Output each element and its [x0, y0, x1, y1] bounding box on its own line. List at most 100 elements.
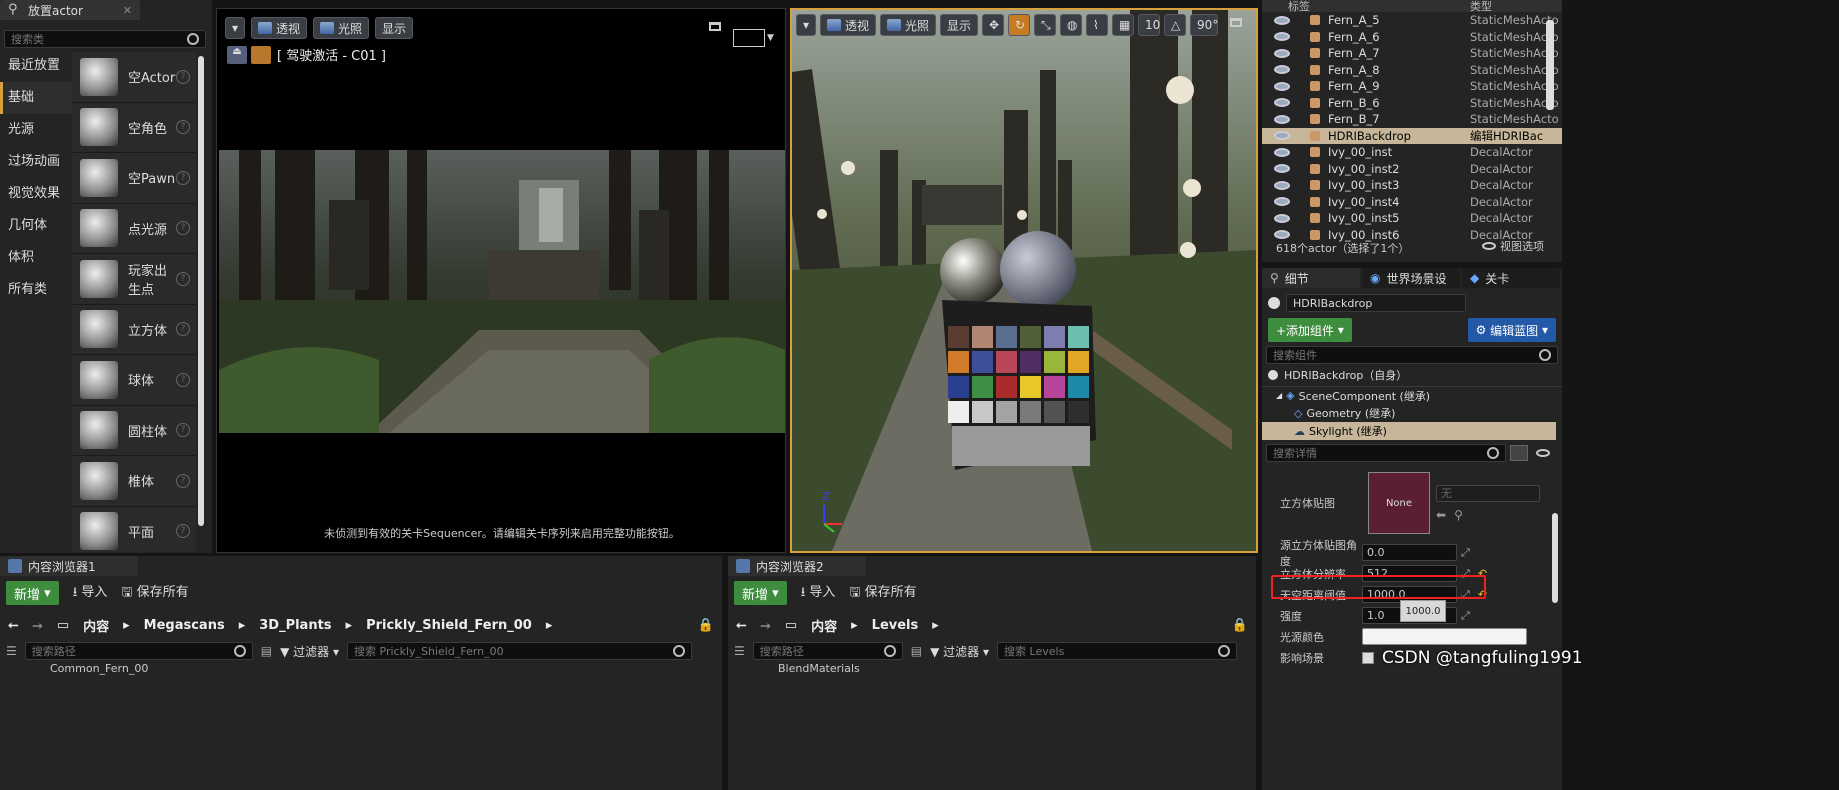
visibility-eye-icon[interactable] [1274, 213, 1290, 223]
back-arrow-icon[interactable]: ⭠ [736, 618, 746, 633]
actor-item[interactable]: 球体? [72, 355, 196, 406]
place-actors-tab[interactable]: ⚲ 放置actor ✕ [0, 0, 140, 20]
visibility-eye-icon[interactable] [1274, 48, 1290, 58]
outliner-row[interactable]: Fern_A_5 StaticMeshActo [1262, 12, 1562, 29]
component-skylight[interactable]: ☁ Skylight (继承) [1262, 422, 1556, 440]
visibility-eye-icon[interactable] [1274, 180, 1290, 190]
forward-arrow-icon[interactable]: ⭢ [760, 618, 770, 633]
crumb-megascans[interactable]: Megascans [144, 618, 225, 633]
visibility-eye-icon[interactable] [1274, 131, 1290, 141]
content1-asset-search[interactable]: 搜索 Prickly_Shield_Fern_00 [347, 642, 693, 660]
forward-arrow-icon[interactable]: ⭢ [32, 618, 42, 633]
help-icon[interactable]: ? [176, 170, 190, 185]
save-all-button[interactable]: 🖫 保存所有 [121, 581, 188, 605]
sources-toggle-icon[interactable]: ☰ [734, 644, 745, 658]
outliner-row[interactable]: Ivy_00_inst2 DecalActor [1262, 161, 1562, 178]
viewport2-perspective-button[interactable]: 透视 [820, 14, 877, 36]
save-all-button[interactable]: 🖫 保存所有 [849, 581, 916, 605]
lighting-button[interactable]: 光照 [313, 17, 370, 39]
outliner-row[interactable]: Ivy_00_inst DecalActor [1262, 144, 1562, 161]
outliner-row[interactable]: Fern_A_8 StaticMeshActo [1262, 62, 1562, 79]
reset-icon[interactable]: ⤢ [1461, 546, 1470, 560]
class-search-input[interactable]: 搜索类 [4, 30, 206, 48]
new-button[interactable]: 新增 ▾ [734, 581, 787, 605]
view-options-button[interactable]: 视图选项 [1482, 238, 1544, 254]
cubemap-dropdown[interactable]: 无 [1436, 484, 1540, 502]
help-icon[interactable]: ? [176, 120, 190, 135]
actor-list-scrollbar[interactable] [198, 56, 204, 526]
maximize-icon[interactable] [709, 22, 721, 31]
translate-icon[interactable]: ✥ [982, 14, 1005, 36]
actor-item[interactable]: 玩家出生点? [72, 254, 196, 305]
outliner-row[interactable]: Fern_A_7 StaticMeshActo [1262, 45, 1562, 62]
viewport-menu-button[interactable]: ▾ [225, 17, 245, 39]
category-recent[interactable]: 最近放置 [0, 50, 72, 82]
category-lights[interactable]: 光源 [0, 114, 72, 146]
column-label[interactable]: 标签 [1262, 0, 1470, 14]
content-browser-1-tab[interactable]: 内容浏览器1 [0, 556, 138, 576]
filter-button[interactable]: ▼ 过滤器 ▾ [280, 643, 339, 660]
use-selected-icon[interactable]: ⬅ [1436, 508, 1446, 522]
actor-item[interactable]: 空Actor? [72, 52, 196, 103]
crumb-fern[interactable]: Prickly_Shield_Fern_00 [366, 618, 532, 633]
help-icon[interactable]: ? [176, 271, 190, 286]
import-button[interactable]: ⭳ 导入 [73, 581, 108, 605]
layout-icon[interactable] [733, 29, 765, 47]
tab-levels[interactable]: ◆ 关卡 [1462, 268, 1560, 288]
viewport2-show-button[interactable]: 显示 [940, 14, 979, 36]
outliner-row[interactable]: Fern_A_9 StaticMeshActo [1262, 78, 1562, 95]
actor-item[interactable]: 空角色? [72, 103, 196, 153]
filter-button[interactable]: ▼ 过滤器 ▾ [930, 643, 989, 660]
actor-item[interactable]: 平面? [72, 507, 196, 553]
close-icon[interactable]: ✕ [123, 4, 132, 17]
folder-item[interactable]: Common_Fern_00 [0, 662, 722, 675]
crumb-levels[interactable]: Levels [872, 618, 919, 633]
column-type[interactable]: 类型 [1470, 0, 1492, 14]
scale-icon[interactable]: ⤡ [1034, 14, 1057, 36]
visibility-eye-icon[interactable] [1274, 81, 1290, 91]
visibility-eye-icon[interactable] [1274, 197, 1290, 207]
rotate-icon[interactable]: ↻ [1008, 14, 1031, 36]
show-button[interactable]: 显示 [375, 17, 414, 39]
new-button[interactable]: 新增 ▾ [6, 581, 59, 605]
component-geometry[interactable]: ◇ Geometry (继承) [1262, 404, 1562, 422]
outliner-scrollbar[interactable] [1546, 20, 1554, 110]
visibility-eye-icon[interactable] [1274, 65, 1290, 75]
crumb-content[interactable]: 内容 [811, 616, 837, 635]
tab-details[interactable]: ⚲ 细节 [1262, 268, 1360, 288]
viewport2-maximize-icon[interactable] [1230, 18, 1242, 27]
grid-size[interactable]: 10 [1138, 14, 1160, 36]
help-icon[interactable]: ? [176, 69, 190, 84]
angle-snap-icon[interactable]: △ [1164, 14, 1187, 36]
outliner-row[interactable]: Fern_B_6 StaticMeshActo [1262, 95, 1562, 112]
crumb-content[interactable]: 内容 [83, 616, 109, 635]
world-icon[interactable]: ◍ [1060, 14, 1083, 36]
category-basic[interactable]: 基础 [0, 82, 72, 114]
browse-icon[interactable]: ⚲ [1454, 508, 1463, 522]
actor-item[interactable]: 圆柱体? [72, 406, 196, 456]
viewport2-menu-button[interactable]: ▾ [796, 14, 816, 36]
path-settings-icon[interactable]: ▤ [911, 644, 922, 658]
camera-icon[interactable] [251, 45, 271, 64]
content1-path-search[interactable]: 搜索路径 [24, 642, 253, 660]
surface-snap-icon[interactable]: ⌇ [1086, 14, 1109, 36]
viewport-perspective[interactable]: Z ▾ 透视 光照 显示 ✥ ↻ ⤡ ◍ ⌇ ▦ 10 △ 90° [790, 8, 1258, 553]
actor-name-input[interactable]: HDRIBackdrop [1286, 294, 1466, 312]
add-component-button[interactable]: +添加组件 ▾ [1268, 318, 1352, 342]
help-icon[interactable]: ? [176, 524, 190, 539]
light-color-swatch[interactable] [1362, 628, 1527, 645]
content-browser-2-tab[interactable]: 内容浏览器2 [728, 556, 866, 576]
sources-toggle-icon[interactable]: ☰ [6, 644, 17, 658]
category-cinematic[interactable]: 过场动画 [0, 146, 72, 178]
outliner-row[interactable]: Ivy_00_inst5 DecalActor [1262, 210, 1562, 227]
outliner-row[interactable]: Ivy_00_inst4 DecalActor [1262, 194, 1562, 211]
outliner-row[interactable]: Fern_B_7 StaticMeshActo [1262, 111, 1562, 128]
help-icon[interactable]: ? [176, 221, 190, 236]
outliner-row[interactable]: HDRIBackdrop 编辑HDRIBac [1262, 127, 1562, 144]
actor-item[interactable]: 点光源? [72, 204, 196, 254]
component-scene[interactable]: ◢ ◈ SceneComponent (继承) [1262, 386, 1562, 404]
reset-icon[interactable]: ⤢ [1461, 609, 1470, 623]
property-matrix-icon[interactable] [1510, 445, 1528, 461]
visibility-eye-icon[interactable] [1274, 230, 1290, 240]
visibility-eye-icon[interactable] [1274, 147, 1290, 157]
